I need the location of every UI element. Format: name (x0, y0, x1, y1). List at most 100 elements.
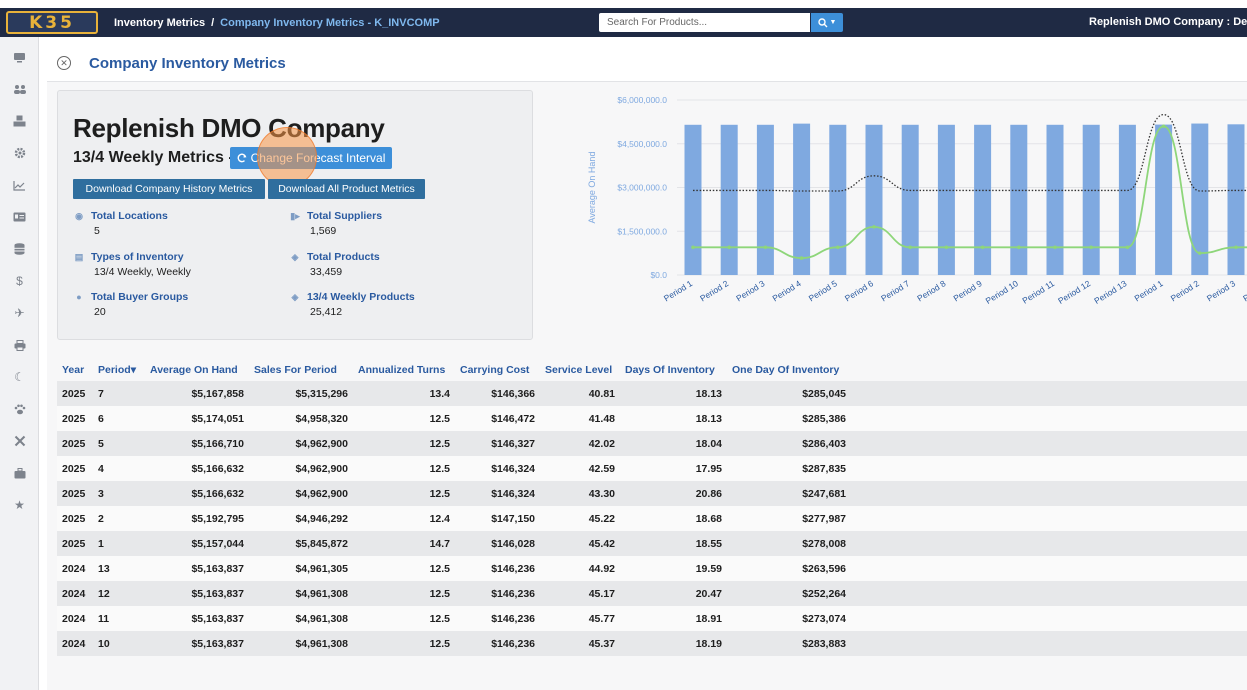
table-cell: $4,961,305 (249, 556, 353, 581)
table-cell: 45.77 (540, 606, 620, 631)
table-cell: 3 (93, 481, 145, 506)
series-point (1017, 245, 1021, 250)
column-header-year[interactable]: Year (57, 359, 93, 381)
breadcrumb-inventory-metrics[interactable]: Inventory Metrics (114, 17, 205, 29)
table-cell: 12.4 (353, 506, 455, 531)
table-cell: $4,946,292 (249, 506, 353, 531)
dollar-icon[interactable]: $ (0, 270, 39, 292)
table-row[interactable]: 2025 3 $5,166,632 $4,962,900 12.5 $146,324 43.… (57, 481, 851, 506)
y-tick-label: $3,000,000.0 (617, 183, 667, 193)
bar (1010, 124, 1028, 275)
paw-icon[interactable] (0, 398, 39, 420)
stat-label: Total Locations (91, 210, 168, 222)
stat-weekly-products: ◈ 13/4 Weekly Products 25,412 (289, 291, 479, 318)
x-tick-label: Period 7 (879, 278, 911, 303)
table-row[interactable]: 2025 4 $5,166,632 $4,962,900 12.5 $146,324 42.… (57, 456, 851, 481)
location-icon: ◉ (75, 210, 83, 221)
line-chart-icon[interactable] (0, 174, 39, 196)
gear-icon[interactable] (0, 142, 39, 164)
average-on-hand-chart: $0.0 $1,500,000.0 $3,000,000.0 $4,500,000.0… (587, 95, 1247, 306)
table-cell: $287,835 (727, 456, 851, 481)
company-selector[interactable]: Replenish DMO Company : Der (1089, 8, 1247, 37)
column-header-days-of-inventory[interactable]: Days Of Inventory (620, 359, 727, 381)
search-products-input[interactable] (599, 13, 810, 32)
change-forecast-interval-label: Change Forecast Interval (250, 151, 386, 165)
column-header-average-on-hand[interactable]: Average On Hand (145, 359, 249, 381)
table-row[interactable]: 2024 13 $5,163,837 $4,961,305 12.5 $146,236 44… (57, 556, 851, 581)
chevron-down-icon: ▼ (829, 19, 837, 26)
column-header-service-level[interactable]: Service Level (540, 359, 620, 381)
table-row[interactable]: 2025 2 $5,192,795 $4,946,292 12.4 $147,150 45.… (57, 506, 851, 531)
table-row[interactable]: 2025 7 $5,167,858 $5,315,296 13.4 $146,366 40.… (57, 381, 851, 406)
users-icon[interactable] (0, 78, 39, 100)
table-cell: 43.30 (540, 481, 620, 506)
table-cell: $5,163,837 (145, 556, 249, 581)
tools-icon[interactable] (0, 430, 39, 452)
table-cell: 41.48 (540, 406, 620, 431)
stat-value: 1,569 (310, 225, 337, 237)
monitor-icon[interactable] (0, 46, 39, 68)
collapse-icon[interactable]: ✕ (57, 56, 71, 70)
x-tick-label: Period 10 (984, 278, 1020, 306)
briefcase-icon[interactable] (0, 462, 39, 484)
bar (865, 124, 883, 275)
column-header-one-day-of-inventory[interactable]: One Day Of Inventory (727, 359, 851, 381)
column-header-annualized-turns[interactable]: Annualized Turns (353, 359, 455, 381)
column-header-carrying-cost[interactable]: Carrying Cost (455, 359, 540, 381)
download-company-history-button[interactable]: Download Company History Metrics (73, 179, 265, 199)
table-row[interactable]: 2024 12 $5,163,837 $4,961,308 12.5 $146,236 45… (57, 581, 851, 606)
bar (829, 124, 847, 275)
stat-types-of-inventory: ▤ Types of Inventory 13/4 Weekly, Weekly (73, 251, 263, 278)
k3s-logo[interactable]: K35 (6, 11, 98, 34)
bar (1046, 124, 1064, 275)
change-forecast-interval-button[interactable]: Change Forecast Interval (230, 147, 392, 169)
cube-icon: ◈ (291, 291, 299, 302)
table-cell: 13.4 (353, 381, 455, 406)
plane-icon[interactable]: ✈ (0, 302, 39, 324)
table-cell: 45.17 (540, 581, 620, 606)
id-card-icon[interactable] (0, 206, 39, 228)
series-point (1161, 124, 1166, 129)
breadcrumb-separator: / (211, 16, 215, 29)
moon-icon[interactable]: ☾ (0, 366, 39, 388)
table-cell: $5,315,296 (249, 381, 353, 406)
table-cell: 12 (93, 581, 145, 606)
table-row[interactable]: 2025 6 $5,174,051 $4,958,320 12.5 $146,472 41.… (57, 406, 851, 431)
table-cell: 2025 (57, 381, 93, 406)
table-row[interactable]: 2024 11 $5,163,837 $4,961,308 12.5 $146,236 45… (57, 606, 851, 631)
download-all-product-metrics-button[interactable]: Download All Product Metrics (268, 179, 425, 199)
table-cell: $4,962,900 (249, 431, 353, 456)
cube-icon: ◈ (291, 251, 299, 262)
table-cell: 2024 (57, 581, 93, 606)
bar (684, 124, 702, 275)
series-point (872, 225, 876, 229)
table-row[interactable]: 2025 5 $5,166,710 $4,962,900 12.5 $146,327 42.… (57, 431, 851, 456)
table-cell: $4,962,900 (249, 481, 353, 506)
truck-icon: ▮▸ (290, 210, 300, 221)
column-header-sales-for-period[interactable]: Sales For Period (249, 359, 353, 381)
search-button[interactable]: ▼ (811, 13, 843, 32)
bar (1155, 124, 1173, 275)
table-cell: 7 (93, 381, 145, 406)
table-cell: $285,386 (727, 406, 851, 431)
table-cell: 10 (93, 631, 145, 656)
table-cell: $5,163,837 (145, 581, 249, 606)
table-cell: $146,324 (455, 456, 540, 481)
stat-total-suppliers: ▮▸ Total Suppliers 1,569 (289, 210, 479, 237)
database-icon[interactable] (0, 238, 39, 260)
star-icon[interactable]: ★ (0, 494, 39, 516)
x-tick-label: Period 12 (1056, 278, 1092, 306)
table-cell: $5,157,044 (145, 531, 249, 556)
table-cell: 18.91 (620, 606, 727, 631)
table-cell: $5,845,872 (249, 531, 353, 556)
column-header-period[interactable]: Period▾ (93, 359, 145, 381)
series-point (1053, 245, 1057, 250)
table-cell: 11 (93, 606, 145, 631)
print-icon[interactable] (0, 334, 39, 356)
cubes-icon[interactable] (0, 110, 39, 132)
table-cell: $146,366 (455, 381, 540, 406)
table-row[interactable]: 2025 1 $5,157,044 $5,845,872 14.7 $146,028 45.… (57, 531, 851, 556)
stat-total-products: ◈ Total Products 33,459 (289, 251, 479, 278)
table-row[interactable]: 2024 10 $5,163,837 $4,961,308 12.5 $146,236 45… (57, 631, 851, 656)
table-cell: 45.37 (540, 631, 620, 656)
